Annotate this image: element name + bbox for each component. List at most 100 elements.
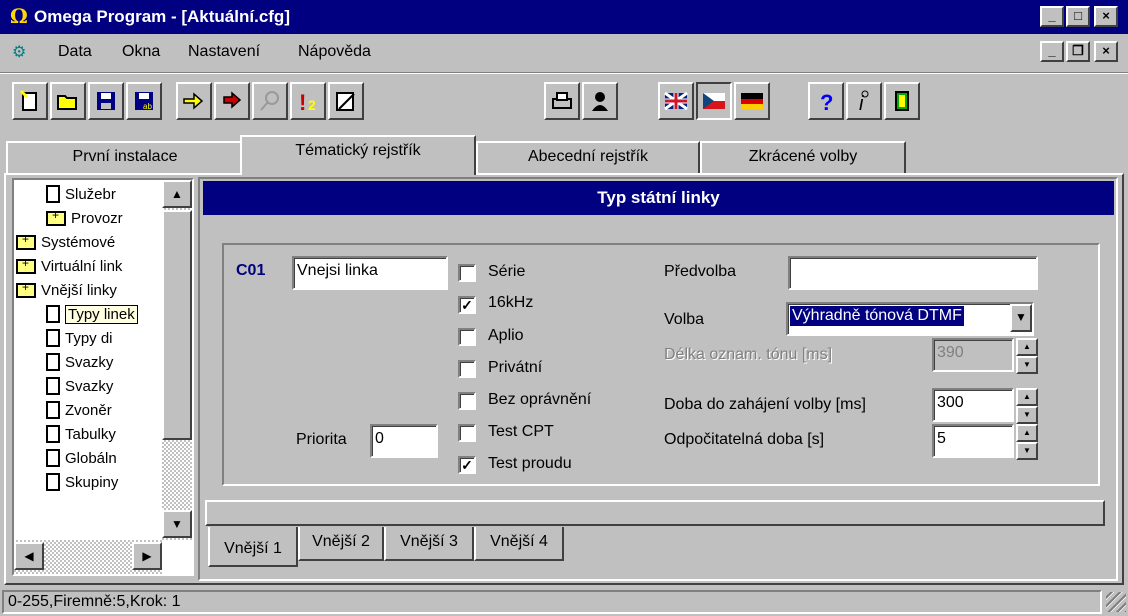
print-icon[interactable]: [544, 82, 580, 120]
dropdown-arrow-icon[interactable]: ▼: [1010, 304, 1032, 332]
tree-item[interactable]: Vnější linky: [16, 278, 117, 302]
spin-down-icon[interactable]: ▼: [1016, 442, 1038, 460]
tree-view[interactable]: Služebr Provozr Systémové Virtuální link…: [12, 178, 194, 576]
menu-napoveda[interactable]: Nápověda: [298, 43, 371, 61]
help-icon[interactable]: ?: [808, 82, 844, 120]
checkbox-bez-opravneni[interactable]: [458, 392, 476, 410]
odpocitatelna-label: Odpočitatelná doba [s]: [664, 431, 825, 448]
save-as-icon[interactable]: ab: [126, 82, 162, 120]
spin-down-icon: ▼: [1016, 356, 1038, 374]
de-flag-icon[interactable]: [734, 82, 770, 120]
checkbox-privatni-label: Privátní: [488, 359, 543, 376]
scroll-left-icon[interactable]: ◀: [14, 542, 44, 570]
file-icon: [46, 185, 60, 203]
user-icon[interactable]: [582, 82, 618, 120]
tab-prvni-instalace[interactable]: První instalace: [6, 141, 244, 173]
spin-down-icon[interactable]: ▼: [1016, 406, 1038, 424]
tree-item[interactable]: Tabulky: [46, 422, 116, 446]
folder-icon: [46, 208, 66, 226]
tree-item-selected[interactable]: Typy linek: [46, 302, 138, 326]
tree-item[interactable]: Globáln: [46, 446, 117, 470]
cz-flag-icon[interactable]: [696, 82, 732, 120]
menu-nastaveni[interactable]: Nastavení: [188, 43, 260, 61]
child-restore-button[interactable]: ❐: [1066, 41, 1090, 62]
menu-data[interactable]: Data: [58, 43, 92, 61]
menu-bar: ⚙ Data Okna Nastavení Nápověda _ ❐ ×: [0, 38, 1128, 66]
predvolba-input[interactable]: [788, 256, 1038, 290]
checkbox-bez-opravneni-label: Bez oprávnění: [488, 391, 592, 408]
tree-item[interactable]: Zvoněr: [46, 398, 112, 422]
exit-icon[interactable]: [884, 82, 920, 120]
tab-vnejsi-1[interactable]: Vnější 1: [208, 527, 298, 567]
doba-spinner[interactable]: ▲ ▼: [1016, 388, 1038, 424]
spin-up-icon: ▲: [1016, 338, 1038, 356]
resize-grip-icon[interactable]: [1106, 592, 1126, 612]
app-menu-icon[interactable]: ⚙: [12, 42, 26, 62]
svg-text:?: ?: [820, 90, 833, 113]
tree-item[interactable]: Skupiny: [46, 470, 118, 494]
title-bar: Ω Omega Program - [Aktuální.cfg] _ □ ×: [0, 0, 1128, 34]
open-icon[interactable]: [50, 82, 86, 120]
delka-input: 390: [932, 338, 1014, 372]
info-icon[interactable]: i: [846, 82, 882, 120]
menu-okna[interactable]: Okna: [122, 43, 160, 61]
spin-up-icon[interactable]: ▲: [1016, 388, 1038, 406]
tree-item[interactable]: Svazky: [46, 350, 113, 374]
panel-header: Typ státní linky: [203, 181, 1114, 215]
tab-tematicky-rejstrik[interactable]: Tématický rejstřík: [240, 135, 476, 175]
co-name-input[interactable]: Vnejsi linka: [292, 256, 448, 290]
tree-item[interactable]: Svazky: [46, 374, 113, 398]
checkbox-16khz[interactable]: ✓: [458, 296, 476, 314]
warning-icon[interactable]: ! 2: [290, 82, 326, 120]
svg-text:2: 2: [308, 97, 316, 113]
tree-item[interactable]: Systémové: [16, 230, 115, 254]
volba-select[interactable]: Výhradně tónová DTMF: [786, 302, 1034, 336]
tree-horizontal-scrollbar[interactable]: ◀ ▶: [14, 540, 162, 574]
search-icon[interactable]: [252, 82, 288, 120]
minimize-button[interactable]: _: [1040, 6, 1064, 27]
tree-vertical-scrollbar[interactable]: ▲ ▼: [162, 180, 192, 540]
scroll-down-icon[interactable]: ▼: [162, 510, 192, 538]
maximize-button[interactable]: □: [1066, 6, 1090, 27]
delka-label: Délka oznam. tónu [ms]: [664, 346, 833, 363]
file-icon: [46, 425, 60, 443]
checkbox-privatni[interactable]: [458, 360, 476, 378]
file-icon: [46, 473, 60, 491]
tab-vnejsi-3[interactable]: Vnější 3: [384, 527, 474, 561]
child-minimize-button[interactable]: _: [1040, 41, 1064, 62]
close-button[interactable]: ×: [1094, 6, 1118, 27]
priority-input[interactable]: 0: [370, 424, 438, 458]
tree-item[interactable]: Virtuální link: [16, 254, 122, 278]
tab-vnejsi-4[interactable]: Vnější 4: [474, 527, 564, 561]
tab-abecedni-rejstrik[interactable]: Abecední rejstřík: [476, 141, 700, 173]
scroll-right-icon[interactable]: ▶: [132, 542, 162, 570]
checkbox-test-proudu[interactable]: ✓: [458, 456, 476, 474]
tab-zkracene-volby[interactable]: Zkrácené volby: [700, 141, 906, 173]
export-icon[interactable]: [214, 82, 250, 120]
checkbox-aplio-label: Aplio: [488, 327, 524, 344]
tree-item[interactable]: Typy di: [46, 326, 113, 350]
doba-input[interactable]: 300: [932, 388, 1014, 422]
status-text: 0-255,Firemně:5,Krok: 1: [2, 590, 1102, 614]
child-close-button[interactable]: ×: [1094, 41, 1118, 62]
file-icon: [46, 305, 60, 323]
tree-item[interactable]: Provozr: [46, 206, 123, 230]
spin-up-icon[interactable]: ▲: [1016, 424, 1038, 442]
edit-icon[interactable]: [328, 82, 364, 120]
odpocitatelna-input[interactable]: 5: [932, 424, 1014, 458]
tree-item[interactable]: Služebr: [46, 182, 116, 206]
scroll-up-icon[interactable]: ▲: [162, 180, 192, 208]
uk-flag-icon[interactable]: [658, 82, 694, 120]
import-icon[interactable]: [176, 82, 212, 120]
scroll-thumb[interactable]: [162, 210, 192, 440]
odpocitatelna-spinner[interactable]: ▲ ▼: [1016, 424, 1038, 460]
tab-vnejsi-2[interactable]: Vnější 2: [298, 527, 384, 561]
priority-label: Priorita: [296, 431, 347, 448]
checkbox-serie[interactable]: [458, 264, 476, 282]
predvolba-label: Předvolba: [664, 263, 737, 280]
save-icon[interactable]: [88, 82, 124, 120]
new-icon[interactable]: [12, 82, 48, 120]
app-icon[interactable]: Ω: [10, 4, 28, 28]
checkbox-test-cpt[interactable]: [458, 424, 476, 442]
checkbox-aplio[interactable]: [458, 328, 476, 346]
